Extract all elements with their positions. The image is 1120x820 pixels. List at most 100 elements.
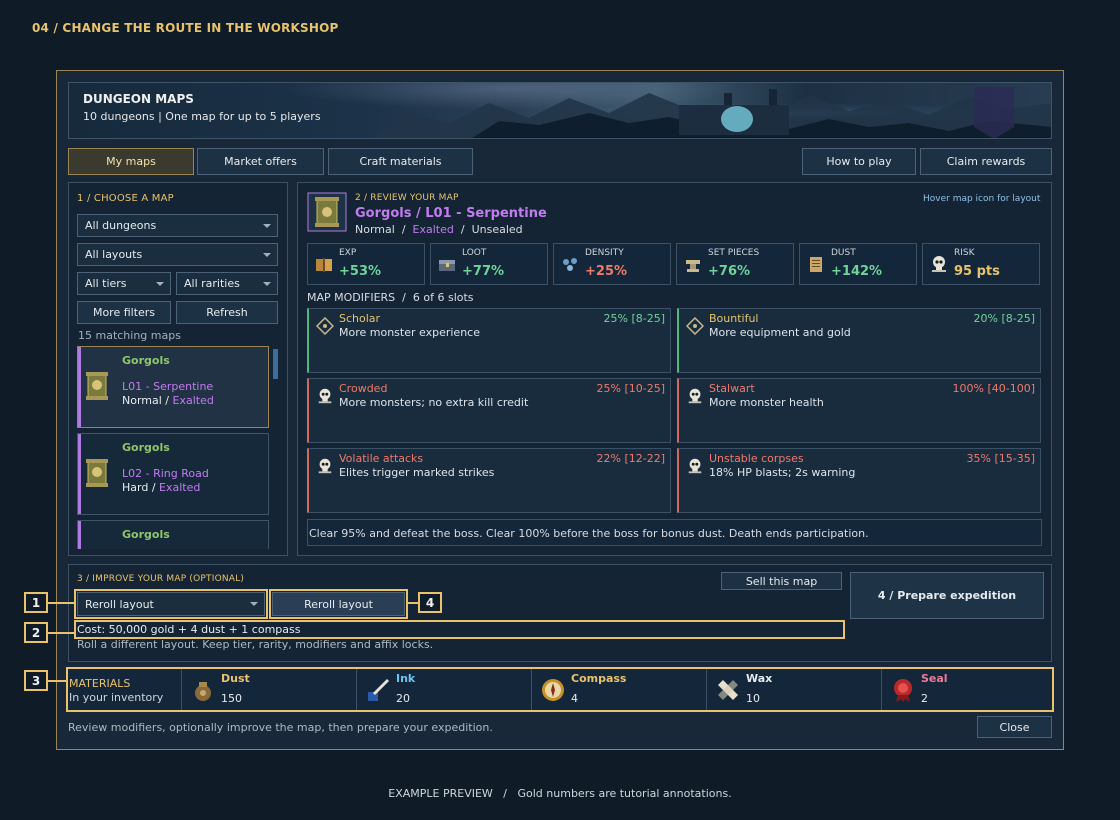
map-scroll-icon[interactable] <box>307 192 347 232</box>
modifier-crowded[interactable]: Crowded More monsters; no extra kill cre… <box>307 378 671 443</box>
book-icon <box>316 258 332 272</box>
refresh-button[interactable]: Refresh <box>176 301 278 324</box>
modifier-desc: More monster health <box>709 396 824 409</box>
map-seal-state: Unsealed <box>471 223 523 236</box>
skull-icon <box>318 388 332 404</box>
modifier-name: Scholar <box>339 312 381 325</box>
modifier-desc: Elites trigger marked strikes <box>339 466 495 479</box>
claim-rewards-button[interactable]: Claim rewards <box>920 148 1052 175</box>
modifier-bountiful[interactable]: Bountiful More equipment and gold 20% [8… <box>677 308 1041 373</box>
list-item[interactable]: Gorgols <box>77 520 269 549</box>
map-name: L01 - Serpentine <box>122 380 214 393</box>
modifier-unstable-corpses[interactable]: Unstable corpses 18% HP blasts; 2s warni… <box>677 448 1041 513</box>
map-rarity: Exalted <box>412 223 454 236</box>
rarity-filter-value: All rarities <box>184 277 240 290</box>
highlight-craft-select <box>74 589 268 619</box>
stat-value: +25% <box>585 264 628 279</box>
skull-icon <box>688 388 702 404</box>
sell-map-button[interactable]: Sell this map <box>721 572 842 590</box>
annotation-marker: 1 <box>24 592 48 613</box>
stat-label: RISK <box>954 248 975 258</box>
modifiers-slots: 6 of 6 slots <box>412 291 474 304</box>
more-filters-button[interactable]: More filters <box>77 301 171 324</box>
map-difficulty: Hard <box>122 481 149 494</box>
close-button[interactable]: Close <box>977 716 1052 738</box>
modifiers-heading: MAP MODIFIERS / 6 of 6 slots <box>307 291 474 304</box>
modifier-name: Crowded <box>339 382 388 395</box>
map-rarity: Exalted <box>172 394 214 407</box>
tab-market-offers[interactable]: Market offers <box>197 148 324 175</box>
stat-value: 95 pts <box>954 264 1000 279</box>
stat-dust: DUST +142% <box>799 243 917 285</box>
craft-description: Roll a different layout. Keep tier, rari… <box>77 638 434 651</box>
tab-my-maps[interactable]: My maps <box>68 148 194 175</box>
highlight-cost <box>74 620 845 639</box>
scroll-icon <box>810 257 822 272</box>
modifier-name: Volatile attacks <box>339 452 424 465</box>
modifier-name: Bountiful <box>709 312 759 325</box>
annotation-marker: 4 <box>418 592 442 613</box>
modifier-range: 100% [40-100] <box>952 382 1036 395</box>
stat-set-pieces: SET PIECES +76% <box>676 243 794 285</box>
chest-icon <box>439 260 455 271</box>
swarm-icon <box>563 258 577 271</box>
annotation-connector <box>48 602 74 604</box>
stat-value: +142% <box>831 264 883 279</box>
stat-value: +76% <box>708 264 751 279</box>
annotation-connector <box>48 680 66 682</box>
improve-map-label: 3 / IMPROVE YOUR MAP (OPTIONAL) <box>77 574 245 584</box>
layout-hint: Hover map icon for layout <box>923 194 1041 204</box>
skull-icon <box>932 256 946 272</box>
stat-label: SET PIECES <box>708 248 760 258</box>
map-tags: Normal / Exalted / Unsealed <box>355 223 523 236</box>
tier-filter[interactable]: All tiers <box>77 272 171 295</box>
map-zone: Gorgols <box>122 441 170 454</box>
modifier-range: 25% [10-25] <box>596 382 666 395</box>
map-scroll-icon <box>86 459 108 487</box>
map-zone: Gorgols <box>122 528 170 541</box>
anvil-icon <box>686 260 700 272</box>
chevron-down-icon <box>263 253 271 257</box>
list-item[interactable]: Gorgols L02 - Ring Road Hard / Exalted <box>77 433 269 515</box>
stat-label: LOOT <box>462 248 487 258</box>
modifier-range: 35% [15-35] <box>966 452 1036 465</box>
modifier-stalwart[interactable]: Stalwart More monster health 100% [40-10… <box>677 378 1041 443</box>
banner-title: DUNGEON MAPS <box>83 92 194 106</box>
modifier-scholar[interactable]: Scholar More monster experience 25% [8-2… <box>307 308 671 373</box>
highlight-materials <box>66 667 1054 712</box>
stat-value: +53% <box>339 264 382 279</box>
tier-filter-value: All tiers <box>85 277 127 290</box>
map-scroll-icon <box>86 372 108 400</box>
dungeon-filter[interactable]: All dungeons <box>77 214 278 237</box>
choose-map-label: 1 / CHOOSE A MAP <box>77 193 174 204</box>
matching-count: 15 matching maps <box>78 329 181 342</box>
skull-icon <box>318 458 332 474</box>
prepare-expedition-button[interactable]: 4 / Prepare expedition <box>850 572 1044 619</box>
diamond-rune-icon <box>316 317 334 335</box>
map-list-scrollbar[interactable] <box>273 349 278 379</box>
separator: / <box>401 223 406 236</box>
diamond-rune-icon <box>686 317 704 335</box>
rarity-filter[interactable]: All rarities <box>176 272 278 295</box>
banner-subtitle: 10 dungeons | One map for up to 5 player… <box>83 110 321 123</box>
list-item[interactable]: Gorgols L01 - Serpentine Normal / Exalte… <box>77 346 269 428</box>
chevron-down-icon <box>263 224 271 228</box>
how-to-play-button[interactable]: How to play <box>802 148 916 175</box>
map-difficulty: Normal <box>355 223 395 236</box>
tab-craft-materials[interactable]: Craft materials <box>328 148 473 175</box>
stat-risk: RISK 95 pts <box>922 243 1040 285</box>
map-zone: Gorgols <box>122 354 170 367</box>
chevron-down-icon <box>263 282 271 286</box>
layout-filter[interactable]: All layouts <box>77 243 278 266</box>
modifier-name: Stalwart <box>709 382 755 395</box>
modifier-volatile-attacks[interactable]: Volatile attacks Elites trigger marked s… <box>307 448 671 513</box>
stat-label: EXP <box>339 248 357 258</box>
stat-label: DENSITY <box>585 248 624 258</box>
banner: DUNGEON MAPS 10 dungeons | One map for u… <box>68 82 1052 139</box>
map-list[interactable]: Gorgols L01 - Serpentine Normal / Exalte… <box>77 346 282 549</box>
annotation-marker: 2 <box>24 622 48 643</box>
modifier-desc: 18% HP blasts; 2s warning <box>709 466 856 479</box>
modifier-range: 25% [8-25] <box>603 312 666 325</box>
stat-label: DUST <box>831 248 856 258</box>
annotation-connector <box>408 602 418 604</box>
